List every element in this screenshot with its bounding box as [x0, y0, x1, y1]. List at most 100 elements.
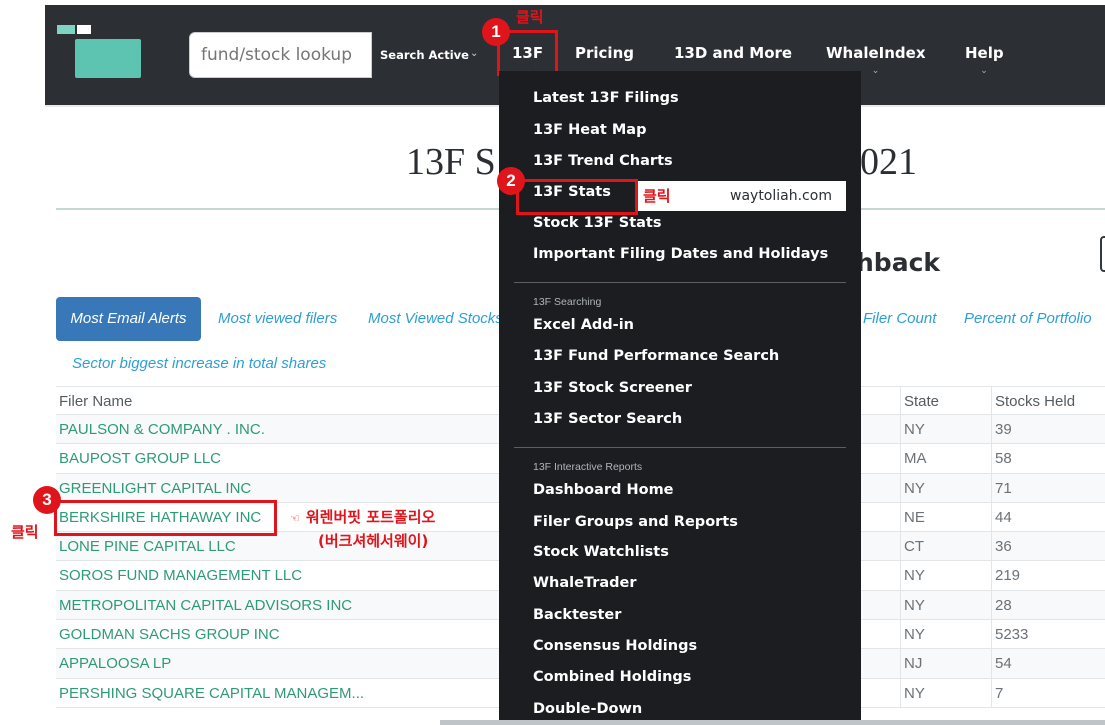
berkshire-note-line1: ☜ 워렌버핏 포트폴리오: [290, 506, 435, 530]
filer-stocks-held: 28: [995, 596, 1012, 614]
filer-link[interactable]: PERSHING SQUARE CAPITAL MANAGEM...: [59, 679, 364, 708]
chevron-down-icon: ⌄: [470, 48, 479, 59]
filer-state: NY: [904, 421, 925, 438]
filer-link[interactable]: GREENLIGHT CAPITAL INC: [59, 474, 251, 503]
site-logo[interactable]: [57, 25, 143, 81]
filer-stocks-held: 44: [995, 508, 1012, 526]
filer-state: CT: [904, 538, 924, 556]
filer-link[interactable]: PAULSON & COMPANY . INC.: [59, 415, 265, 444]
nav-13d-and-more[interactable]: 13D and More ⌄: [674, 43, 793, 76]
logo-folder: [75, 39, 141, 78]
section-heading: hback: [856, 248, 941, 277]
menu-item-consensus-holdings[interactable]: Consensus Holdings: [533, 638, 697, 654]
menu-item-latest-13f-filings[interactable]: Latest 13F Filings: [533, 90, 679, 106]
menu-item-13f-trend-charts[interactable]: 13F Trend Charts: [533, 153, 673, 169]
click-label-2: 클릭: [643, 187, 671, 205]
menu-item-double-down[interactable]: Double-Down: [533, 701, 642, 717]
click-label-3: 클릭: [11, 523, 39, 541]
menu-item-excel-add-in[interactable]: Excel Add-in: [533, 317, 634, 333]
nav-whaleindex[interactable]: WhaleIndex ⌄: [826, 43, 926, 76]
menu-item-filer-groups-and-reports[interactable]: Filer Groups and Reports: [533, 514, 738, 530]
menu-item-stock-13f-stats[interactable]: Stock 13F Stats: [533, 215, 661, 231]
column-divider: [991, 386, 992, 708]
filer-state: NY: [904, 684, 925, 702]
column-divider: [900, 386, 901, 708]
filer-link[interactable]: APPALOOSA LP: [59, 649, 171, 678]
menu-divider: [514, 282, 846, 283]
highlight-berkshire-row: [54, 500, 277, 536]
logo-tab-teal: [57, 25, 75, 34]
filer-stocks-held: 71: [995, 479, 1012, 497]
tab-filer-count[interactable]: Filer Count: [863, 310, 936, 327]
page: Search Active ⌄ 13F ⌄ Pricing 13D and Mo…: [0, 0, 1105, 725]
filer-state: NE: [904, 508, 925, 526]
pointing-hand-icon: ☜: [290, 512, 300, 525]
filer-link[interactable]: SOROS FUND MANAGEMENT LLC: [59, 561, 302, 590]
nav-pricing[interactable]: Pricing: [575, 43, 634, 63]
click-label-1: 클릭: [516, 8, 544, 26]
nav-whaleindex-label: WhaleIndex: [826, 44, 926, 62]
berkshire-note-line2: (버크셔헤서웨이): [318, 532, 429, 550]
menu-item-combined-holdings[interactable]: Combined Holdings: [533, 669, 691, 685]
filer-link[interactable]: BAUPOST GROUP LLC: [59, 444, 221, 473]
menu-item-13f-stock-screener[interactable]: 13F Stock Screener: [533, 380, 692, 396]
step-badge-1: 1: [482, 18, 510, 46]
berkshire-note-text: 워렌버핏 포트폴리오: [305, 508, 436, 526]
filer-state: NY: [904, 626, 925, 644]
menu-item-whaletrader[interactable]: WhaleTrader: [533, 575, 637, 591]
nav-pricing-label: Pricing: [575, 44, 634, 62]
filer-state: MA: [904, 450, 927, 468]
chevron-down-icon: ⌄: [980, 66, 988, 76]
nav-help[interactable]: Help ⌄: [965, 43, 1004, 76]
filer-stocks-held: 54: [995, 655, 1012, 673]
search-mode-select[interactable]: Search Active ⌄: [372, 32, 487, 78]
menu-section-13f-interactive-reports: 13F Interactive Reports: [533, 461, 643, 473]
filer-state: NY: [904, 596, 925, 614]
column-header-filer-name[interactable]: Filer Name: [59, 387, 132, 416]
menu-item-dashboard-home[interactable]: Dashboard Home: [533, 482, 674, 498]
tab-most-email-alerts[interactable]: Most Email Alerts: [56, 297, 201, 341]
search-mode-label: Search Active: [380, 48, 469, 62]
filer-link[interactable]: LONE PINE CAPITAL LLC: [59, 532, 236, 561]
menu-divider: [514, 447, 846, 448]
chevron-down-icon: ⌄: [871, 66, 880, 76]
filer-link[interactable]: METROPOLITAN CAPITAL ADVISORS INC: [59, 591, 352, 620]
filer-link[interactable]: GOLDMAN SACHS GROUP INC: [59, 620, 280, 649]
filer-stocks-held: 219: [995, 567, 1021, 585]
search-input[interactable]: [189, 32, 372, 78]
nav-help-label: Help: [965, 44, 1004, 62]
menu-item-13f-fund-performance-search[interactable]: 13F Fund Performance Search: [533, 348, 779, 364]
filer-state: NY: [904, 479, 925, 497]
menu-item-backtester[interactable]: Backtester: [533, 607, 621, 623]
column-header-state[interactable]: State: [904, 387, 939, 416]
menu-item-13f-sector-search[interactable]: 13F Sector Search: [533, 411, 682, 427]
step-badge-2: 2: [497, 167, 525, 195]
page-title-left: 13F S: [406, 141, 496, 183]
column-header-stocks-held[interactable]: Stocks Held: [995, 387, 1075, 416]
watermark: waytoliah.com: [730, 188, 832, 204]
filer-state: NJ: [904, 655, 923, 673]
filer-stocks-held: 39: [995, 421, 1012, 438]
filer-state: NY: [904, 567, 925, 585]
menu-item-important-filing-dates[interactable]: Important Filing Dates and Holidays: [533, 246, 828, 262]
bottom-edge: [440, 720, 1105, 725]
menu-item-13f-heat-map[interactable]: 13F Heat Map: [533, 122, 646, 138]
highlight-13f-stats: [516, 179, 638, 215]
menu-section-13f-searching: 13F Searching: [533, 296, 602, 308]
menu-item-stock-watchlists[interactable]: Stock Watchlists: [533, 544, 669, 560]
tab-percent-of-portfolio[interactable]: Percent of Portfolio: [964, 310, 1092, 327]
berkshire-note: ☜ 워렌버핏 포트폴리오 (버크셔헤서웨이): [290, 506, 435, 552]
tab-most-viewed-stocks[interactable]: Most Viewed Stocks: [368, 310, 503, 327]
filer-stocks-held: 58: [995, 450, 1012, 468]
filer-stocks-held: 36: [995, 538, 1012, 556]
edge-control[interactable]: [1100, 236, 1105, 272]
step-badge-3: 3: [33, 486, 61, 514]
nav-13d-label: 13D and More: [674, 44, 793, 62]
dropdown-13f-menu: Latest 13F Filings 13F Heat Map 13F Tren…: [499, 71, 861, 725]
tab-most-viewed-filers[interactable]: Most viewed filers: [218, 310, 337, 327]
page-title-right: 021: [860, 141, 917, 183]
logo-tab-white: [77, 25, 91, 34]
filer-stocks-held: 5233: [995, 626, 1029, 644]
tab-sector-biggest-increase[interactable]: Sector biggest increase in total shares: [72, 355, 326, 372]
filer-stocks-held: 7: [995, 684, 1004, 702]
